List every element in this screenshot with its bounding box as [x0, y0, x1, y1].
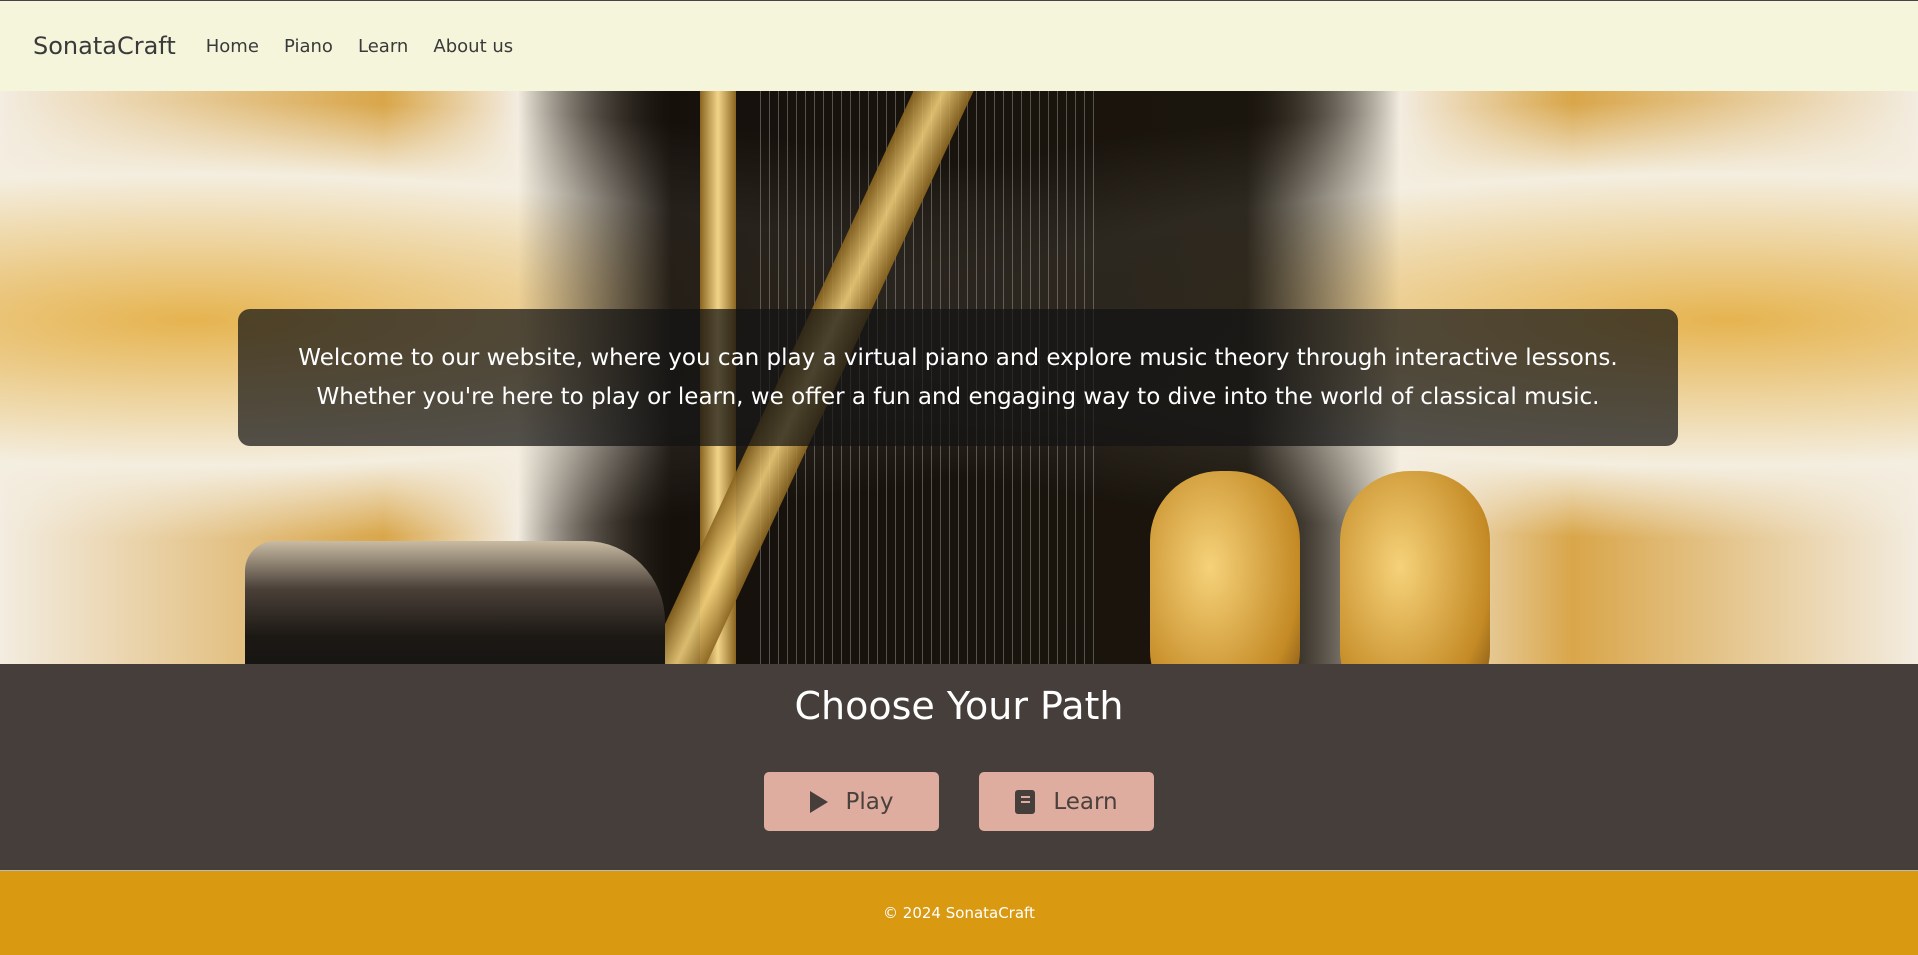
welcome-text: Welcome to our website, where you can pl… — [238, 309, 1678, 446]
learn-label: Learn — [1053, 788, 1118, 815]
navbar: SonataCraft Home Piano Learn About us — [0, 1, 1918, 91]
book-icon — [1015, 789, 1036, 814]
nav-menu: Home Piano Learn About us — [206, 36, 533, 57]
cello — [1340, 471, 1490, 664]
section-title: Choose Your Path — [794, 684, 1124, 728]
nav-learn[interactable]: Learn — [358, 36, 408, 57]
welcome-line-2: Whether you're here to play or learn, we… — [316, 383, 1600, 410]
grand-piano — [245, 541, 665, 664]
choose-path-section: Choose Your Path Play Learn — [0, 664, 1918, 870]
play-button[interactable]: Play — [764, 772, 939, 831]
nav-home[interactable]: Home — [206, 36, 259, 57]
brand-link[interactable]: SonataCraft — [33, 32, 176, 60]
play-label: Play — [845, 788, 894, 815]
welcome-line-1: Welcome to our website, where you can pl… — [298, 344, 1618, 371]
play-icon — [809, 790, 828, 813]
copyright: © 2024 SonataCraft — [883, 904, 1035, 922]
learn-button[interactable]: Learn — [979, 772, 1154, 831]
footer: © 2024 SonataCraft — [0, 870, 1918, 955]
nav-about[interactable]: About us — [433, 36, 513, 57]
nav-piano[interactable]: Piano — [284, 36, 333, 57]
hero-banner-image: Welcome to our website, where you can pl… — [0, 91, 1918, 664]
violin — [1150, 471, 1300, 664]
